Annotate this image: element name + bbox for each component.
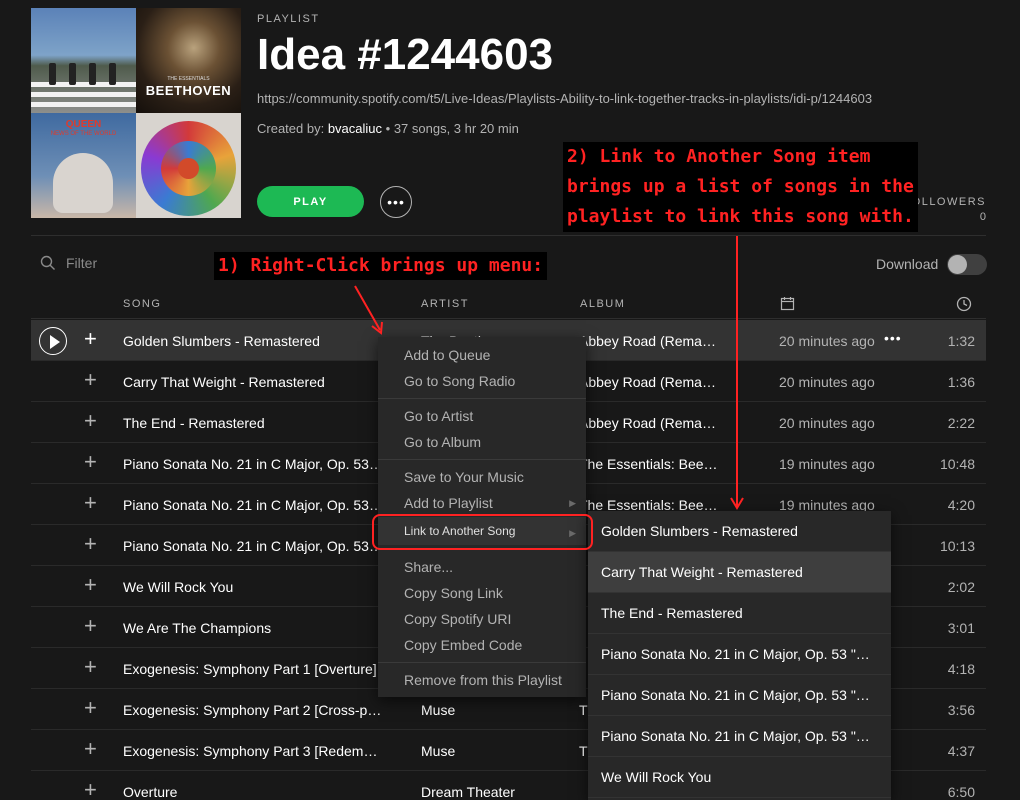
annotation-arrows [354, 236, 744, 510]
annotation-arrow-1 [354, 285, 381, 331]
